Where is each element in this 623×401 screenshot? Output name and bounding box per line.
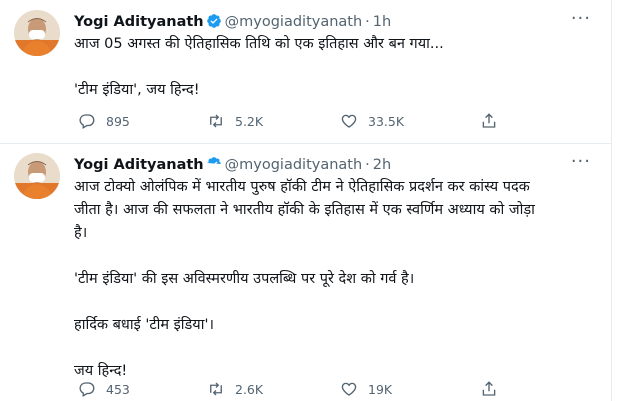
separator-dot: · bbox=[365, 14, 370, 30]
like-button[interactable]: 33.5K bbox=[340, 111, 404, 131]
timeline-right-border bbox=[611, 0, 612, 401]
reply-icon bbox=[79, 114, 95, 129]
verified-badge-icon bbox=[206, 13, 222, 29]
like-count: 33.5K bbox=[368, 113, 405, 129]
share-icon bbox=[482, 381, 496, 396]
retweet-icon bbox=[210, 382, 222, 396]
tweet-timestamp[interactable]: 1h bbox=[373, 14, 391, 30]
tweet-timestamp[interactable]: 2h bbox=[373, 157, 391, 173]
avatar[interactable] bbox=[14, 10, 60, 56]
retweet-count: 2.6K bbox=[235, 381, 264, 397]
heart-icon bbox=[341, 382, 357, 396]
retweet-button[interactable]: 2.6K bbox=[207, 379, 263, 399]
like-button[interactable]: 19K bbox=[340, 379, 392, 399]
tweet-header: Yogi Adityanath @myogiadityanath · 1h ··· bbox=[74, 10, 603, 33]
reply-icon bbox=[79, 382, 95, 397]
reply-count: 453 bbox=[106, 381, 130, 397]
share-button[interactable] bbox=[480, 379, 508, 399]
tweet-text: आज टोक्यो ओलंपिक में भारतीय पुरुष हॉकी ट… bbox=[74, 179, 535, 379]
tweet-text: आज 05 अगस्त की ऐतिहासिक तिथि को एक इतिहा… bbox=[74, 36, 444, 98]
heart-icon bbox=[341, 114, 357, 128]
separator-dot: · bbox=[365, 157, 370, 173]
tweet[interactable]: Yogi Adityanath @myogiadityanath · 2h ··· आ… bbox=[0, 144, 611, 401]
like-count: 19K bbox=[368, 381, 393, 397]
retweet-button[interactable]: 5.2K bbox=[207, 111, 263, 131]
share-button[interactable] bbox=[480, 111, 508, 131]
reply-button[interactable]: 895 bbox=[78, 111, 130, 131]
author-name[interactable]: Yogi Adityanath bbox=[74, 14, 204, 30]
tweet[interactable]: Yogi Adityanath @myogiadityanath · 1h ··· आ… bbox=[0, 0, 611, 144]
more-options-icon[interactable]: ··· bbox=[571, 10, 591, 28]
tweet-actions: 895 5.2K 33.5K bbox=[74, 111, 603, 131]
reply-button[interactable]: 453 bbox=[78, 379, 130, 399]
verified-badge-icon bbox=[206, 156, 222, 172]
tweet-header: Yogi Adityanath @myogiadityanath · 2h ··· bbox=[74, 153, 603, 176]
more-options-icon[interactable]: ··· bbox=[571, 153, 591, 171]
tweet-actions: 453 2.6K 19K bbox=[74, 379, 603, 399]
avatar[interactable] bbox=[14, 153, 60, 199]
tweet-content: Yogi Adityanath @myogiadityanath · 2h ··· आ… bbox=[74, 153, 603, 397]
author-handle[interactable]: @myogiadityanath bbox=[225, 157, 363, 173]
author-handle[interactable]: @myogiadityanath bbox=[225, 14, 363, 30]
tweet-content: Yogi Adityanath @myogiadityanath · 1h ··· आ… bbox=[74, 10, 603, 129]
reply-count: 895 bbox=[106, 113, 130, 129]
retweet-icon bbox=[210, 114, 222, 128]
author-name[interactable]: Yogi Adityanath bbox=[74, 157, 204, 173]
retweet-count: 5.2K bbox=[235, 113, 264, 129]
share-icon bbox=[482, 113, 496, 128]
